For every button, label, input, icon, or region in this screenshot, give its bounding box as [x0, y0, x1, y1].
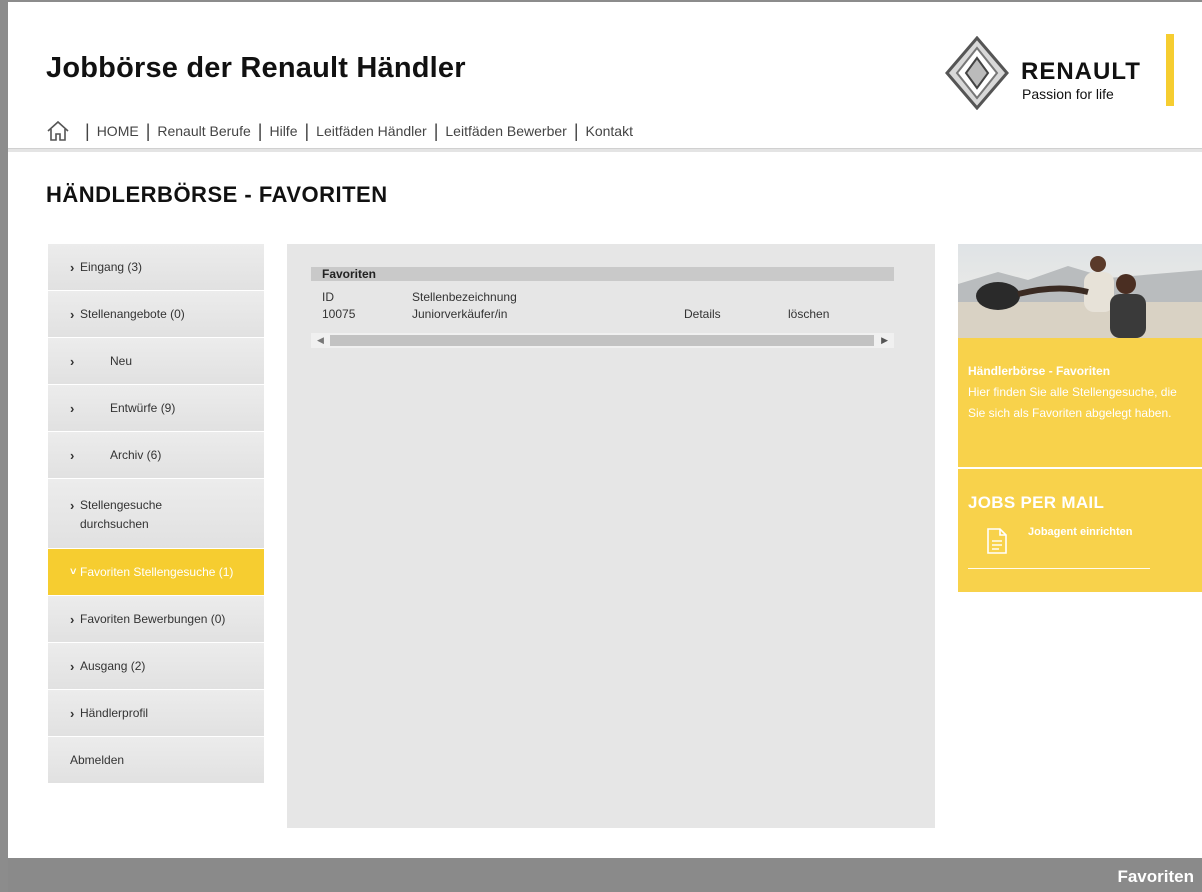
- footer-label: Favoriten: [1117, 867, 1194, 886]
- nav-hilfe-link[interactable]: Hilfe: [269, 123, 297, 139]
- sidebar-item-archiv[interactable]: › Archiv (6): [48, 432, 264, 479]
- accent-bar: [1166, 34, 1174, 106]
- site-title: Jobbörse der Renault Händler: [46, 52, 466, 84]
- home-icon[interactable]: [46, 120, 70, 142]
- chevron-right-icon: ›: [70, 306, 75, 322]
- nav-separator: |: [433, 121, 439, 141]
- sidebar-item-label: Favoriten Stellengesuche (1): [80, 565, 234, 579]
- chevron-down-icon: ˅: [70, 566, 77, 578]
- sidebar-item-label: Favoriten Bewerbungen (0): [80, 612, 226, 626]
- sidebar-item-stellengesuche-durchsuchen[interactable]: › Stellengesuche durchsuchen: [48, 479, 264, 549]
- sidebar-item-label: Archiv (6): [110, 448, 162, 462]
- brand-tagline: Passion for life: [1022, 86, 1114, 102]
- table-header-row: ID Stellenbezeichnung: [322, 290, 882, 307]
- sidebar-item-eingang[interactable]: › Eingang (3): [48, 244, 264, 291]
- sidebar-item-haendlerprofil[interactable]: › Händlerprofil: [48, 690, 264, 737]
- brand-wordmark: RENAULT: [1021, 58, 1141, 85]
- sidebar-item-favoriten-stellengesuche[interactable]: ˅ Favoriten Stellengesuche (1): [48, 549, 264, 596]
- favorites-panel: Favoriten ID Stellenbezeichnung 10075 Ju…: [287, 244, 935, 828]
- sidebar-item-label: Stellenangebote (0): [80, 307, 185, 321]
- chevron-right-icon: ›: [70, 658, 75, 674]
- delete-link[interactable]: löschen: [788, 307, 829, 321]
- document-icon[interactable]: [986, 527, 1008, 555]
- scroll-right-icon[interactable]: ▶: [881, 335, 888, 346]
- chevron-right-icon: ›: [70, 353, 75, 369]
- favorites-table: ID Stellenbezeichnung 10075 Juniorverkäu…: [322, 290, 882, 324]
- horizontal-scrollbar[interactable]: ◀ ▶: [311, 333, 894, 348]
- column-header-id: ID: [322, 290, 334, 304]
- nav-leitfaeden-haendler-link[interactable]: Leitfäden Händler: [316, 123, 427, 139]
- cell-title: Juniorverkäufer/in: [412, 307, 508, 321]
- sidebar-item-label: Stellengesuche durchsuchen: [80, 498, 163, 531]
- jobs-per-mail-title: JOBS PER MAIL: [968, 493, 1105, 512]
- column-header-title: Stellenbezeichnung: [412, 290, 517, 304]
- chevron-right-icon: ›: [70, 705, 75, 721]
- sidebar-item-label: Eingang (3): [80, 260, 143, 274]
- sidebar-item-label: Abmelden: [70, 753, 125, 767]
- scrollbar-thumb[interactable]: [330, 335, 874, 346]
- favorites-heading: Favoriten: [311, 267, 894, 281]
- sidebar-item-stellenangebote[interactable]: › Stellenangebote (0): [48, 291, 264, 338]
- renault-logo[interactable]: RENAULT Passion for life: [945, 32, 1145, 112]
- footer-bar: Favoriten: [8, 858, 1202, 892]
- scroll-left-icon[interactable]: ◀: [317, 335, 324, 346]
- sidebar-item-entwuerfe[interactable]: › Entwürfe (9): [48, 385, 264, 432]
- nav-separator: |: [85, 121, 90, 141]
- sidebar-item-label: Ausgang (2): [80, 659, 146, 673]
- sidebar-item-label: Entwürfe (9): [110, 401, 176, 415]
- nav-home-link[interactable]: HOME: [97, 123, 139, 139]
- nav-divider: [8, 148, 1202, 152]
- info-box: Händlerbörse - Favoriten Hier finden Sie…: [958, 338, 1202, 467]
- nav-kontakt-link[interactable]: Kontakt: [586, 123, 633, 139]
- sidebar: › Eingang (3) › Stellenangebote (0) › Ne…: [48, 244, 264, 784]
- header-photo: [958, 244, 1202, 338]
- main-nav: | HOME | Renault Berufe | Hilfe | Leitfä…: [46, 120, 633, 142]
- sidebar-item-abmelden[interactable]: Abmelden: [48, 737, 264, 784]
- jobagent-link[interactable]: Jobagent einrichten: [1028, 526, 1133, 538]
- nav-leitfaeden-bewerber-link[interactable]: Leitfäden Bewerber: [445, 123, 566, 139]
- sidebar-item-label: Neu: [110, 354, 133, 368]
- jobs-divider: [968, 568, 1150, 569]
- nav-separator: |: [257, 121, 263, 141]
- nav-separator: |: [304, 121, 310, 141]
- nav-separator: |: [573, 121, 579, 141]
- sidebar-item-favoriten-bewerbungen[interactable]: › Favoriten Bewerbungen (0): [48, 596, 264, 643]
- chevron-right-icon: ›: [70, 498, 75, 513]
- beach-family-image: [958, 244, 1202, 338]
- info-text: Hier finden Sie alle Stellengesuche, die…: [968, 385, 1177, 420]
- details-link[interactable]: Details: [684, 307, 721, 321]
- chevron-right-icon: ›: [70, 259, 75, 275]
- jobs-per-mail-box: JOBS PER MAIL Jobagent einrichten: [958, 469, 1202, 592]
- cell-id: 10075: [322, 307, 356, 321]
- sidebar-item-label: Händlerprofil: [80, 706, 149, 720]
- chevron-right-icon: ›: [70, 611, 75, 627]
- renault-diamond-icon: [945, 36, 1009, 110]
- nav-renault-berufe-link[interactable]: Renault Berufe: [157, 123, 250, 139]
- table-row: 10075 Juniorverkäufer/in Details löschen: [322, 307, 882, 324]
- info-title: Händlerbörse - Favoriten: [968, 364, 1111, 378]
- nav-separator: |: [145, 121, 151, 141]
- sidebar-item-neu[interactable]: › Neu: [48, 338, 264, 385]
- sidebar-item-ausgang[interactable]: › Ausgang (2): [48, 643, 264, 690]
- chevron-right-icon: ›: [70, 447, 75, 463]
- page-title: HÄNDLERBÖRSE - FAVORITEN: [46, 182, 388, 207]
- chevron-right-icon: ›: [70, 400, 75, 416]
